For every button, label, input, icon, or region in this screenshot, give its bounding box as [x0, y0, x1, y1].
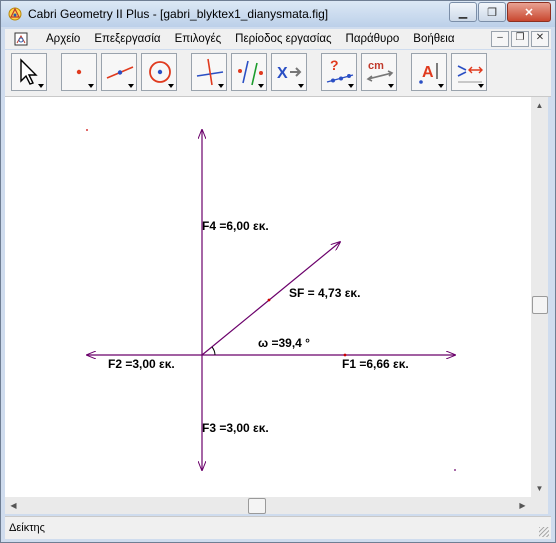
pointer-icon [20, 58, 38, 85]
pointer-tool[interactable] [11, 53, 47, 91]
transform-tool[interactable] [231, 53, 267, 91]
toolbar: X ? cm A [5, 50, 551, 97]
check-property-icon: ? [326, 57, 354, 83]
scroll-up-button[interactable]: ▲ [531, 97, 548, 114]
circle-tool[interactable] [141, 53, 177, 91]
vertical-scroll-thumb[interactable] [532, 296, 548, 314]
menu-edit[interactable]: Επεξεργασία [87, 33, 167, 45]
scroll-right-button[interactable]: ▶ [514, 497, 531, 514]
window-title: Cabri Geometry II Plus - [gabri_blyktex1… [28, 7, 329, 21]
display-icon: A [419, 63, 438, 84]
menu-window[interactable]: Παράθυρο [339, 33, 407, 45]
display-tool[interactable]: A [411, 53, 447, 91]
svg-text:?: ? [330, 57, 339, 73]
main-window: Cabri Geometry II Plus - [gabri_blyktex1… [0, 0, 556, 543]
check-property-tool[interactable]: ? [321, 53, 357, 91]
midpoint-sf[interactable] [267, 298, 271, 302]
point-tool[interactable] [61, 53, 97, 91]
scroll-left-button[interactable]: ◀ [5, 497, 22, 514]
transform-icon [238, 60, 263, 86]
doc-close-button[interactable]: ✕ [531, 31, 549, 47]
menu-options[interactable]: Επιλογές [168, 33, 229, 45]
label-f4[interactable]: F4 =6,00 εκ. [202, 219, 269, 233]
point-icon [76, 69, 82, 75]
angle-arc [211, 346, 216, 356]
drawing-canvas[interactable]: F4 =6,00 εκ. SF = 4,73 εκ. ω =39,4 ° F2 … [5, 97, 531, 497]
label-sf[interactable]: SF = 4,73 εκ. [289, 286, 360, 300]
measure-tool[interactable]: cm [361, 53, 397, 91]
doc-minimize-button[interactable]: – [491, 31, 509, 47]
close-button[interactable]: ✕ [507, 2, 551, 22]
stray-point-top[interactable] [86, 129, 88, 131]
draw-icon [457, 65, 483, 83]
status-text: Δείκτης [9, 522, 45, 534]
menu-bar: Αρχείο Επεξεργασία Επιλογές Περίοδος εργ… [5, 29, 551, 49]
draw-tool[interactable] [451, 53, 487, 91]
svg-text:X: X [277, 65, 288, 82]
circle-icon [149, 61, 171, 83]
svg-text:A: A [422, 64, 434, 81]
vector-drawing [5, 97, 531, 497]
menu-file[interactable]: Αρχείο [39, 33, 87, 45]
title-bar[interactable]: Cabri Geometry II Plus - [gabri_blyktex1… [1, 1, 555, 27]
cabri-app-icon[interactable] [7, 6, 23, 22]
macro-tool[interactable]: X [271, 53, 307, 91]
resize-grip-icon[interactable] [539, 527, 549, 537]
minimize-button[interactable]: ▁ [449, 2, 477, 22]
menu-help[interactable]: Βοήθεια [406, 33, 461, 45]
measure-icon: cm [366, 60, 394, 82]
construct-tool[interactable] [191, 53, 227, 91]
label-omega[interactable]: ω =39,4 ° [258, 336, 310, 350]
horizontal-scrollbar[interactable]: ◀ ▶ [5, 497, 531, 514]
construct-icon [196, 58, 224, 86]
label-f1[interactable]: F1 =6,66 εκ. [342, 357, 409, 371]
scrollbar-corner [531, 497, 548, 514]
label-f3[interactable]: F3 =3,00 εκ. [202, 421, 269, 435]
restore-button[interactable]: ❐ [478, 2, 506, 22]
vertical-scrollbar[interactable]: ▲ ▼ [531, 97, 548, 497]
doc-restore-button[interactable]: ❐ [511, 31, 529, 47]
line-icon [106, 66, 134, 79]
label-f2[interactable]: F2 =3,00 εκ. [108, 357, 175, 371]
line-tool[interactable] [101, 53, 137, 91]
menu-session[interactable]: Περίοδος εργασίας [228, 33, 338, 45]
scroll-down-button[interactable]: ▼ [531, 480, 548, 497]
macro-icon: X [277, 65, 302, 82]
point-f1[interactable] [343, 353, 347, 357]
stray-point-bottom[interactable] [454, 469, 456, 471]
svg-text:cm: cm [368, 60, 384, 72]
horizontal-scroll-thumb[interactable] [248, 498, 266, 514]
document-icon[interactable] [13, 31, 29, 47]
status-bar: Δείκτης [5, 516, 551, 539]
